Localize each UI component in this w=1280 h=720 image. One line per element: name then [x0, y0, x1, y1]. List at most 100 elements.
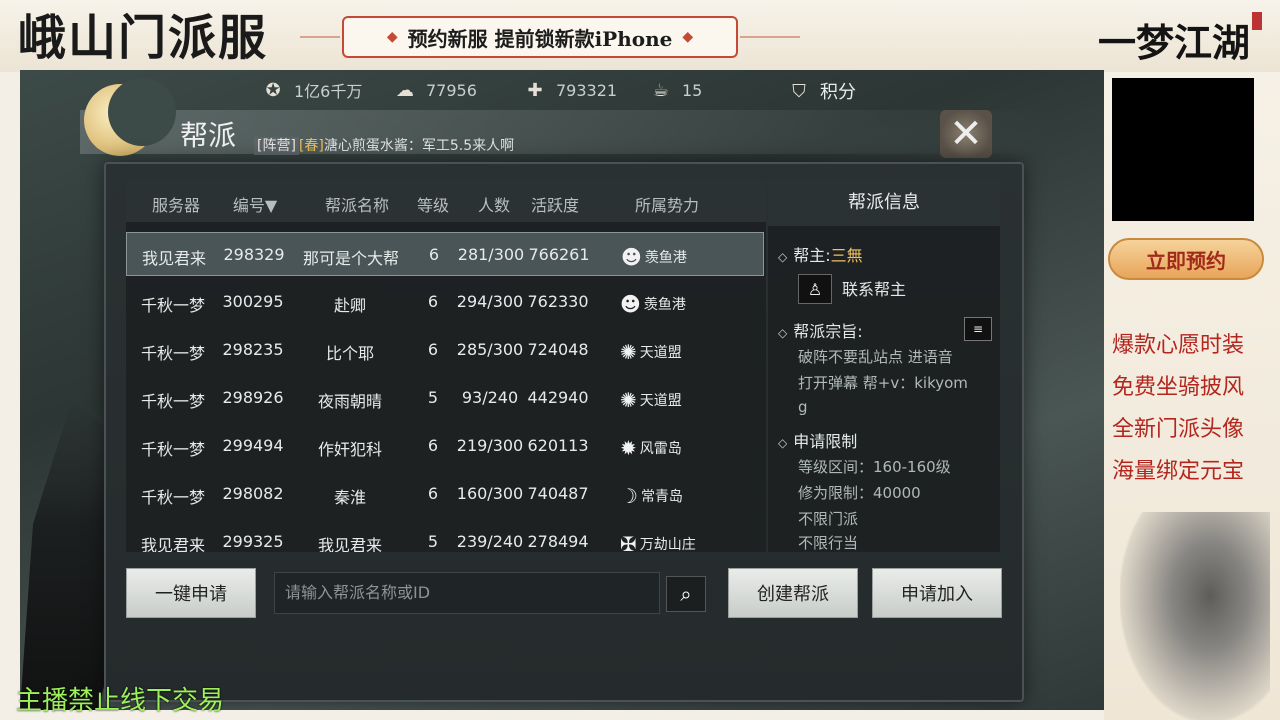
guild-info-panel: 帮派信息 ◇ 帮主:三無 ♙ 联系帮主 ◇ 帮派宗旨: ≡ 破阵不要乱站点 进语音 打… [768, 180, 1000, 552]
leader-label: 帮主: [793, 246, 831, 265]
currency-bowl: ☕ 15 [648, 78, 702, 102]
cell-guild-name: 赴卿 [333, 296, 366, 315]
cell-level: 6 [427, 292, 439, 311]
brand-right-text: 一梦江湖 [1098, 20, 1251, 65]
cell-members: 219/300 [456, 436, 524, 455]
faction-name: 常青岛 [640, 489, 683, 505]
guild-table: 服务器 编号▼ 帮派名称 等级 人数 活跃度 所属势力 我见君来 298329 … [126, 180, 766, 552]
faction-name: 万劫山庄 [639, 537, 696, 552]
diamond-bullet-icon: ◇ [778, 326, 788, 340]
chat-tag-season: [春] [298, 138, 324, 154]
cell-faction: ☻ 羡鱼港 [620, 292, 720, 316]
cell-faction: ✺ 天道盟 [620, 340, 720, 364]
apply-join-button[interactable]: 申请加入 [872, 568, 1002, 618]
currency-silver: ☁ 77956 [392, 78, 477, 102]
search-icon: ⌕ [680, 582, 692, 606]
announcement-icon[interactable]: ≡ [964, 317, 992, 341]
close-button[interactable]: ✕ [940, 110, 992, 158]
currency-value: 15 [682, 80, 703, 100]
cell-activity: 766261 [528, 245, 590, 264]
cell-level: 6 [427, 484, 439, 503]
cell-id: 298082 [222, 484, 284, 503]
currency-bar: ✪ 1亿6千万 ☁ 77956 ✚ 793321 ☕ 15 ⛉ 积分 [20, 70, 1104, 110]
table-row[interactable]: 千秋一梦 300295 赴卿 6 294/300 762330 ☻ 羡鱼港 [126, 280, 764, 324]
cell-faction: ☽ 常青岛 [620, 484, 720, 508]
cultivation-limit: 修为限制：40000 [798, 484, 921, 502]
table-row[interactable]: 千秋一梦 299494 作奸犯科 6 219/300 620113 ✹ 风雷岛 [126, 424, 764, 468]
reel-icon: ✪ [265, 79, 281, 101]
cell-level: 6 [428, 245, 440, 264]
cell-level: 6 [427, 436, 439, 455]
one-click-apply-button[interactable]: 一键申请 [126, 568, 256, 618]
cell-activity: 278494 [527, 532, 589, 551]
contact-leader-button[interactable]: ♙ 联系帮主 [798, 274, 906, 304]
cell-activity: 762330 [527, 292, 589, 311]
promo-line-2: 免费坐骑披风 [1112, 375, 1245, 400]
table-row[interactable]: 我见君来 298329 那可是个大帮 6 281/300 766261 ☻ 羡鱼港 [126, 232, 764, 276]
reserve-button[interactable]: 立即预约 [1108, 238, 1264, 280]
faction-name: 羡鱼港 [644, 250, 687, 266]
cell-faction: ✹ 风雷岛 [620, 436, 720, 460]
currency-reel: ✪ 1亿6千万 [260, 78, 362, 102]
promo-line-1: 爆款心愿时装 [1112, 333, 1245, 358]
table-row[interactable]: 千秋一梦 298082 秦淮 6 160/300 740487 ☽ 常青岛 [126, 472, 764, 516]
purpose-line-1: 破阵不要乱站点 进语音 [798, 348, 953, 366]
silver-icon: ☁ [396, 79, 414, 101]
header-guild-name: 帮派名称 [324, 196, 389, 215]
chat-text: 溏心煎蛋水酱：军工5.5来人啊 [323, 138, 515, 154]
info-title: 帮派信息 [768, 180, 1000, 226]
cell-faction: ✠ 万劫山庄 [620, 532, 720, 552]
faction-name: 天道盟 [639, 393, 682, 409]
leader-line: ◇ 帮主:三無 [778, 242, 863, 266]
chat-tag-camp: [阵营] [254, 137, 299, 155]
page-title: 帮派 [180, 119, 237, 152]
chat-ticker: [阵营] [春]溏心煎蛋水酱：军工5.5来人啊 [254, 135, 514, 155]
leader-name: 三無 [830, 246, 863, 265]
search-button[interactable]: ⌕ [666, 576, 706, 612]
promo-banner: ◆ 预约新服 提前锁新款iPhone ◆ [342, 16, 738, 58]
cell-guild-name: 夜雨朝晴 [317, 392, 382, 411]
header-server[interactable]: 服务器 [136, 192, 216, 216]
limit-label: 申请限制 [793, 432, 858, 451]
diamond-icon: ◆ [682, 29, 694, 45]
header-level: 等级 [416, 196, 449, 215]
stream-brand-left: 峨山门派服 [18, 10, 269, 66]
cell-guild-name: 我见君来 [317, 536, 382, 552]
table-row[interactable]: 千秋一梦 298235 比个耶 6 285/300 724048 ✺ 天道盟 [126, 328, 764, 372]
diamond-bullet-icon: ◇ [778, 436, 788, 450]
cell-level: 6 [427, 340, 439, 359]
game-viewport: ✪ 1亿6千万 ☁ 77956 ✚ 793321 ☕ 15 ⛉ 积分 帮派 [阵… [20, 70, 1104, 710]
header-id-sort[interactable]: 编号▼ [222, 192, 288, 216]
guild-panel: 服务器 编号▼ 帮派名称 等级 人数 活跃度 所属势力 我见君来 298329 … [104, 162, 1024, 702]
cell-guild-name: 那可是个大帮 [302, 249, 399, 268]
cell-members: 294/300 [456, 292, 524, 311]
cell-server: 千秋一梦 [140, 488, 205, 507]
faction-name: 羡鱼港 [643, 297, 686, 313]
cell-members: 285/300 [456, 340, 524, 359]
jade-icon: ✚ [527, 79, 543, 101]
header-faction: 所属势力 [634, 196, 699, 215]
cell-members: 239/240 [456, 532, 524, 551]
hero-portrait [1120, 512, 1270, 720]
cell-faction: ✺ 天道盟 [620, 388, 720, 412]
table-row[interactable]: 千秋一梦 298926 夜雨朝晴 5 93/240 442940 ✺ 天道盟 [126, 376, 764, 420]
points-button[interactable]: ⛉ 积分 [786, 78, 856, 104]
create-guild-button[interactable]: 创建帮派 [728, 568, 858, 618]
cell-level: 5 [427, 388, 439, 407]
cell-activity: 620113 [527, 436, 589, 455]
currency-value: 77956 [426, 80, 477, 100]
purpose-line-3: g [798, 398, 808, 416]
promo-list: 爆款心愿时装 免费坐骑披风 全新门派头像 海量绑定元宝 [1112, 330, 1244, 498]
faction-emblem-icon: ✠ [620, 532, 637, 552]
cell-server: 我见君来 [141, 249, 206, 268]
moon-icon [84, 78, 176, 156]
camp-limit: 不限行当 [798, 534, 859, 550]
search-input[interactable]: 请输入帮派名称或ID [274, 572, 660, 614]
faction-emblem-icon: ✺ [620, 340, 637, 364]
faction-name: 风雷岛 [639, 441, 682, 457]
promo-line-3: 全新门派头像 [1112, 417, 1245, 442]
cell-members: 160/300 [456, 484, 524, 503]
table-row[interactable]: 我见君来 299325 我见君来 5 239/240 278494 ✠ 万劫山庄 [126, 520, 764, 552]
faction-emblem-icon: ✹ [620, 436, 637, 460]
cell-server: 千秋一梦 [140, 440, 205, 459]
